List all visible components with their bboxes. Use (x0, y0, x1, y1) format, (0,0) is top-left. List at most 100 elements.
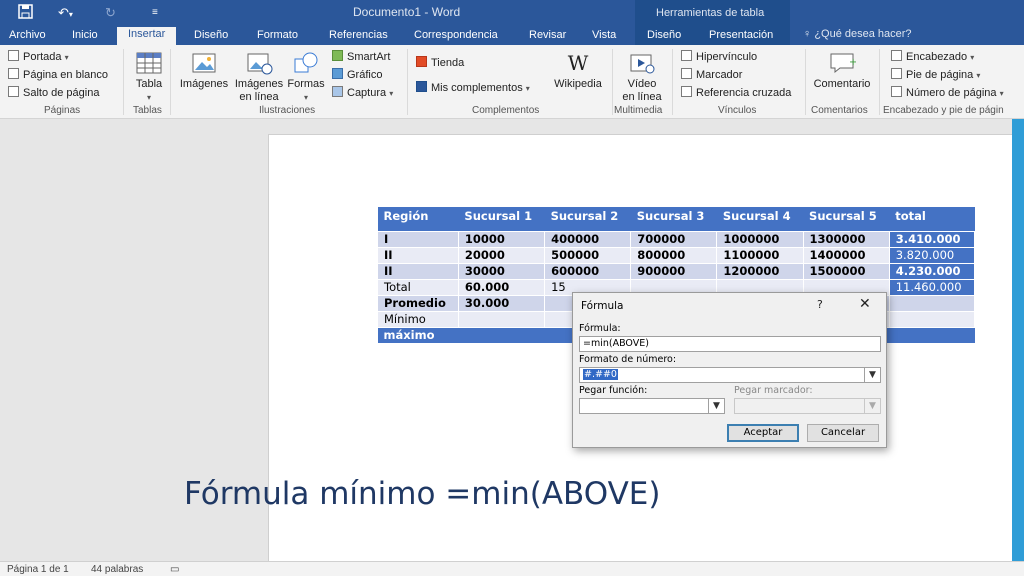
encabezado-button[interactable]: Encabezado ▾ (891, 50, 974, 63)
video-en-linea-button[interactable]: Vídeo en línea (618, 51, 666, 104)
number-format-select[interactable]: #.##0 ▼ (579, 367, 881, 383)
table-cell[interactable]: I (377, 230, 459, 248)
mis-complementos-button[interactable]: Mis complementos ▾ (416, 81, 530, 94)
hipervinculo-button[interactable]: Hipervínculo (681, 50, 757, 63)
header-cell[interactable]: Sucursal 1 (458, 207, 545, 231)
tab-referencias[interactable]: Referencias (329, 28, 388, 45)
bookmark-icon (681, 68, 692, 79)
grafico-label: Gráfico (347, 69, 383, 81)
pie-pagina-button[interactable]: Pie de página ▾ (891, 68, 980, 81)
header-cell[interactable]: Región (377, 207, 459, 231)
cancel-button[interactable]: Cancelar (807, 424, 879, 442)
salto-pagina-button[interactable]: Salto de página (8, 86, 99, 99)
formula-value: =min(ABOVE) (583, 338, 649, 349)
header-cell[interactable]: Sucursal 4 (716, 207, 804, 231)
dialog-title: Fórmula (581, 300, 624, 312)
table-cell[interactable]: 20000 (457, 246, 546, 264)
table-cell[interactable]: 1200000 (716, 262, 804, 280)
chevron-down-icon[interactable]: ▼ (708, 399, 724, 413)
formula-input[interactable]: =min(ABOVE) (579, 336, 881, 352)
formas-button[interactable]: Formas ▾ (287, 51, 325, 104)
table-cell[interactable]: Total (377, 278, 459, 296)
portada-button[interactable]: Portada ▾ (8, 50, 69, 63)
table-cell[interactable]: 1300000 (802, 230, 890, 248)
total-cell[interactable]: 3.820.000 (888, 246, 976, 264)
grafico-button[interactable]: Gráfico (332, 68, 382, 81)
table-cell[interactable]: II (377, 246, 459, 264)
header-cell[interactable]: Sucursal 2 (544, 207, 631, 231)
table-cell[interactable]: 1400000 (802, 246, 890, 264)
help-button[interactable]: ? (817, 298, 823, 311)
table-cell[interactable]: 400000 (544, 230, 632, 248)
tab-vista[interactable]: Vista (592, 28, 616, 45)
table-cell[interactable]: 1500000 (802, 262, 890, 280)
proofing-icon[interactable]: ▭ (170, 564, 179, 575)
captura-button[interactable]: Captura ▾ (332, 86, 393, 99)
vertical-scrollbar[interactable] (1012, 119, 1024, 561)
pagina-blanco-button[interactable]: Página en blanco (8, 68, 108, 81)
table-cell[interactable]: 30000 (457, 262, 546, 280)
lightbulb-icon: ♀ (803, 28, 812, 40)
customize-toolbar-icon[interactable]: ≡ (152, 4, 158, 22)
tabla-button[interactable]: Tabla ▾ (131, 51, 167, 104)
table-cell[interactable]: 30.000 (457, 294, 546, 312)
marcador-label: Marcador (696, 69, 743, 81)
table-cell[interactable]: 800000 (630, 246, 718, 264)
header-cell[interactable]: Sucursal 5 (803, 207, 890, 231)
imagenes-en-linea-button[interactable]: Imágenes en línea (231, 51, 287, 104)
header-cell[interactable]: Sucursal 3 (630, 207, 717, 231)
page-count[interactable]: Página 1 de 1 (7, 564, 69, 575)
tab-table-diseno[interactable]: Diseño (647, 28, 681, 45)
table-cell[interactable] (889, 327, 975, 343)
save-icon[interactable] (18, 4, 33, 22)
table-cell[interactable] (457, 310, 546, 328)
table-cell[interactable]: 1100000 (716, 246, 804, 264)
table-cell[interactable]: II (377, 262, 459, 280)
tienda-button[interactable]: Tienda (416, 56, 464, 69)
marcador-button[interactable]: Marcador (681, 68, 742, 81)
tab-formato[interactable]: Formato (257, 28, 298, 45)
table-cell[interactable]: 1000000 (716, 230, 804, 248)
tab-archivo[interactable]: Archivo (9, 28, 46, 45)
paste-function-select[interactable]: ▼ (579, 398, 725, 414)
tab-insertar[interactable]: Insertar (117, 27, 177, 45)
tell-me-box[interactable]: ♀ ¿Qué desea hacer? (803, 28, 912, 40)
imagenes-button[interactable]: Imágenes (178, 51, 230, 91)
table-cell[interactable]: 900000 (630, 262, 718, 280)
tab-table-presentacion[interactable]: Presentación (709, 28, 773, 45)
table-cell[interactable]: 600000 (544, 262, 632, 280)
word-count[interactable]: 44 palabras (91, 564, 143, 575)
chevron-down-icon: ▼ (864, 399, 880, 413)
table-cell[interactable]: Promedio (377, 294, 459, 312)
table-cell[interactable]: 60.000 (457, 278, 546, 296)
comment-icon: + (830, 53, 856, 74)
table-cell[interactable]: 700000 (630, 230, 718, 248)
tab-correspondencia[interactable]: Correspondencia (414, 28, 498, 45)
total-cell[interactable]: 4.230.000 (888, 262, 976, 280)
tab-inicio[interactable]: Inicio (72, 28, 98, 45)
referencia-cruzada-button[interactable]: Referencia cruzada (681, 86, 791, 99)
header-cell[interactable]: total (889, 207, 975, 231)
redo-icon[interactable]: ↻ (105, 4, 116, 22)
total-cell[interactable]: 11.460.000 (888, 278, 976, 296)
table-cell[interactable] (458, 327, 545, 343)
smartart-button[interactable]: SmartArt (332, 50, 390, 63)
wikipedia-button[interactable]: W Wikipedia (552, 51, 604, 91)
tab-diseno[interactable]: Diseño (194, 28, 228, 45)
slide-caption: Fórmula mínimo =min(ABOVE) (184, 476, 661, 512)
comentario-button[interactable]: + Comentario (809, 51, 875, 91)
total-cell[interactable]: 3.410.000 (888, 230, 976, 248)
accept-button[interactable]: Aceptar (727, 424, 799, 442)
undo-icon[interactable]: ↶▾ (58, 4, 73, 22)
chevron-down-icon[interactable]: ▼ (864, 368, 880, 382)
tab-revisar[interactable]: Revisar (529, 28, 566, 45)
table-cell[interactable]: Mínimo (377, 310, 459, 328)
close-icon[interactable]: ✕ (859, 296, 871, 312)
table-cell[interactable] (888, 294, 976, 312)
group-separator (407, 49, 408, 115)
table-cell[interactable]: 500000 (544, 246, 632, 264)
table-cell[interactable] (888, 310, 976, 328)
table-cell[interactable]: 10000 (457, 230, 546, 248)
numero-pagina-button[interactable]: Número de página ▾ (891, 86, 1004, 99)
table-cell[interactable]: máximo (377, 327, 459, 343)
